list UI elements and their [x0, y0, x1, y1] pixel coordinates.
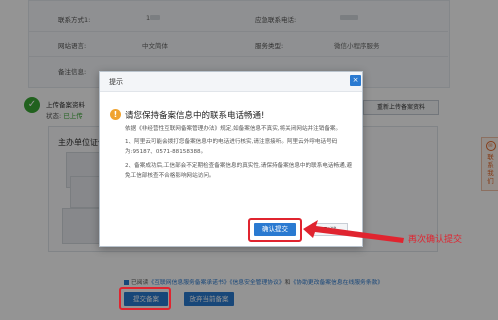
- annotation-arrow: [303, 220, 404, 243]
- red-arrow-shape: [303, 220, 404, 243]
- annotation-text: 再次确认提交: [408, 235, 463, 245]
